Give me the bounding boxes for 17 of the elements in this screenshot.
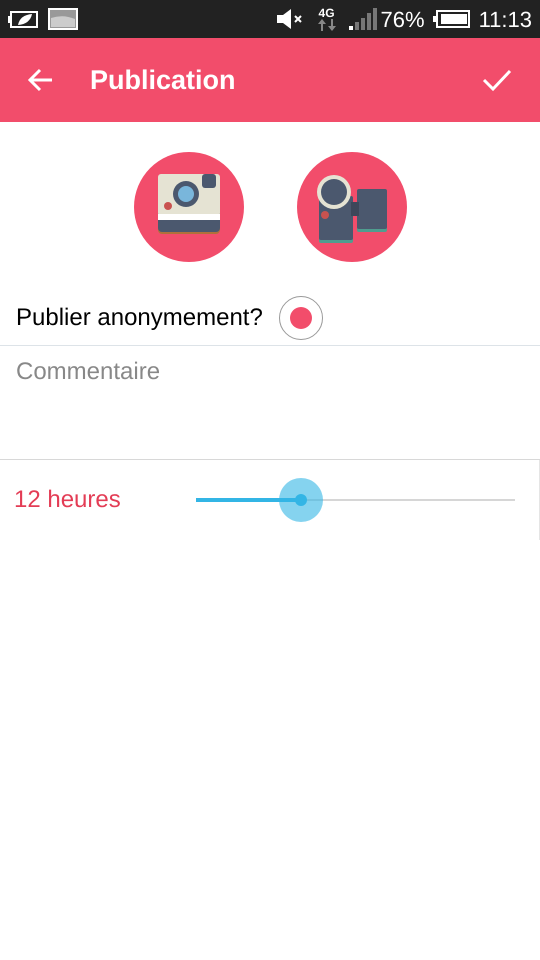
data-arrows-icon xyxy=(316,19,337,31)
signal-icon xyxy=(348,8,377,30)
camera-button[interactable] xyxy=(134,152,244,262)
battery-icon xyxy=(432,9,471,29)
anonymous-radio[interactable] xyxy=(278,296,323,340)
back-arrow-icon[interactable] xyxy=(28,68,54,92)
app-title: Publication xyxy=(90,64,236,97)
image-icon xyxy=(48,8,78,30)
comment-field[interactable]: Commentaire xyxy=(0,346,540,460)
anonymous-label: Publier anonymement? xyxy=(16,302,263,332)
network-type: 4G xyxy=(318,7,335,19)
battery-percent: 76% xyxy=(380,6,425,34)
leaf-battery-icon xyxy=(8,9,40,29)
duration-label: 12 heures xyxy=(14,485,122,515)
camcorder-button[interactable] xyxy=(296,152,406,262)
checkmark-icon[interactable] xyxy=(482,68,512,92)
clock: 11:13 xyxy=(478,6,532,34)
